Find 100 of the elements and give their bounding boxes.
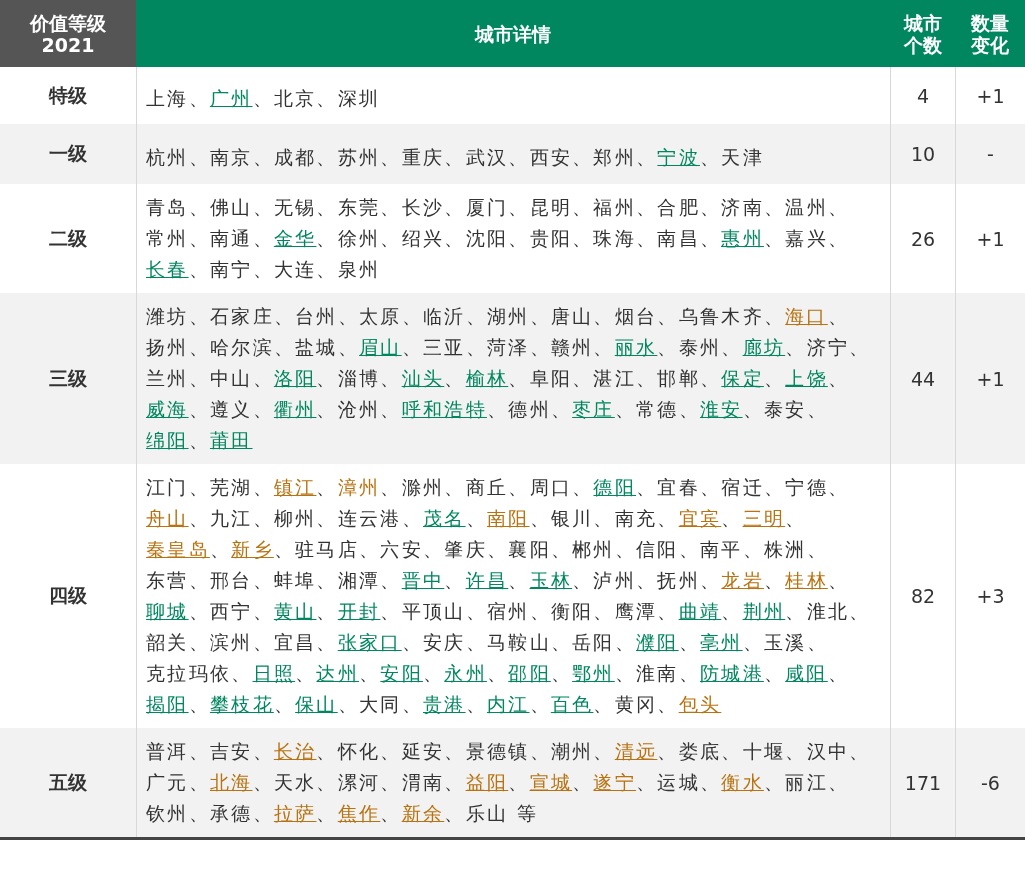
city-link[interactable]: 晋中 (401, 569, 445, 591)
city-link[interactable]: 德阳 (593, 476, 637, 498)
city-name: 贵阳 (529, 227, 573, 249)
city-link[interactable]: 许昌 (465, 569, 509, 591)
city-link[interactable]: 亳州 (699, 631, 743, 653)
separator: 、 (252, 507, 274, 529)
city-link[interactable]: 新余 (401, 802, 445, 824)
city-link[interactable]: 秦皇岛 (146, 538, 210, 560)
city-link[interactable]: 日照 (252, 662, 296, 684)
city-link[interactable]: 保山 (295, 693, 338, 715)
city-link[interactable]: 丽水 (614, 336, 658, 358)
city-name: 九江 (209, 507, 253, 529)
separator: 、 (380, 569, 402, 591)
separator: 、 (742, 631, 764, 653)
city-link[interactable]: 贵港 (423, 693, 466, 715)
city-link[interactable]: 包头 (678, 693, 722, 715)
city-link[interactable]: 廊坊 (742, 336, 786, 358)
city-link[interactable]: 永州 (444, 662, 487, 684)
city-link[interactable]: 玉林 (529, 569, 573, 591)
city-name: 怀化 (337, 740, 381, 762)
city-link[interactable]: 眉山 (359, 336, 402, 358)
city-link[interactable]: 绵阳 (146, 429, 189, 451)
city-link[interactable]: 宣城 (529, 771, 573, 793)
city-name: 泰安 (763, 398, 807, 420)
city-name: 苏州 (337, 145, 381, 168)
city-link[interactable]: 邵阳 (508, 662, 551, 684)
city-link[interactable]: 淮安 (699, 398, 743, 420)
city-name: 邯郸 (657, 367, 700, 389)
city-link[interactable]: 宜宾 (678, 507, 722, 529)
grade-cell-text: 二级 (48, 225, 88, 251)
city-link[interactable]: 拉萨 (273, 802, 317, 824)
city-link[interactable]: 揭阳 (146, 693, 189, 715)
separator: 、 (827, 305, 850, 327)
city-link[interactable]: 益阳 (465, 771, 509, 793)
city-link[interactable]: 金华 (273, 227, 317, 249)
city-link[interactable]: 百色 (550, 693, 594, 715)
city-link[interactable]: 开封 (337, 600, 381, 622)
separator: 、 (252, 367, 274, 389)
city-link[interactable]: 海口 (785, 305, 828, 327)
city-link[interactable]: 三明 (742, 507, 786, 529)
city-link[interactable]: 焦作 (337, 802, 381, 824)
city-link[interactable]: 安阳 (380, 662, 423, 684)
city-link[interactable]: 清远 (614, 740, 658, 762)
city-link[interactable]: 达州 (316, 662, 360, 684)
city-link[interactable]: 呼和浩特 (401, 398, 487, 420)
city-link[interactable]: 镇江 (273, 476, 317, 498)
city-link[interactable]: 威海 (146, 398, 189, 420)
separator: 、 (231, 662, 253, 684)
city-link[interactable]: 荆州 (742, 600, 786, 622)
city-name: 宜昌 (273, 631, 317, 653)
city-name: 阜阳 (529, 367, 573, 389)
city-link[interactable]: 茂名 (423, 507, 466, 529)
city-link[interactable]: 惠州 (721, 227, 764, 249)
city-link[interactable]: 宁波 (657, 145, 700, 168)
separator: 、 (252, 476, 274, 498)
city-name: 连云港 (337, 507, 402, 529)
city-name: 延安 (401, 740, 445, 762)
city-link[interactable]: 榆林 (465, 367, 509, 389)
city-link[interactable]: 枣庄 (572, 398, 615, 420)
separator: 、 (486, 538, 509, 560)
city-link[interactable]: 龙岩 (721, 569, 764, 591)
city-link[interactable]: 攀枝花 (209, 693, 274, 715)
city-link[interactable]: 桂林 (785, 569, 828, 591)
city-link[interactable]: 衢州 (273, 398, 317, 420)
city-link[interactable]: 聊城 (146, 600, 189, 622)
separator: 、 (508, 476, 530, 498)
city-name: 东莞 (337, 196, 381, 218)
city-link[interactable]: 洛阳 (273, 367, 317, 389)
city-name: 重庆 (401, 145, 445, 168)
city-link[interactable]: 咸阳 (785, 662, 828, 684)
separator: 、 (316, 367, 338, 389)
city-link[interactable]: 长治 (273, 740, 317, 762)
separator: 、 (316, 398, 338, 420)
city-link[interactable]: 内江 (486, 693, 530, 715)
city-link[interactable]: 曲靖 (678, 600, 722, 622)
city-link[interactable]: 遂宁 (593, 771, 637, 793)
city-link[interactable]: 衡水 (721, 771, 764, 793)
separator: 、 (465, 693, 487, 715)
city-link[interactable]: 黄山 (273, 600, 317, 622)
city-link[interactable]: 舟山 (146, 507, 189, 529)
city-link[interactable]: 张家口 (337, 631, 402, 653)
city-name: 十堰 (742, 740, 786, 762)
city-link[interactable]: 濮阳 (636, 631, 679, 653)
city-link[interactable]: 北海 (209, 771, 253, 793)
separator: 、 (806, 631, 828, 653)
city-link[interactable]: 南阳 (486, 507, 530, 529)
city-link[interactable]: 广州 (209, 87, 253, 109)
city-link[interactable]: 莆田 (209, 429, 253, 451)
city-link[interactable]: 鄂州 (572, 662, 615, 684)
city-link[interactable]: 新乡 (231, 538, 274, 560)
city-link[interactable]: 上饶 (785, 367, 828, 389)
separator: 、 (657, 305, 679, 327)
city-link[interactable]: 汕头 (401, 367, 445, 389)
separator: 、 (188, 740, 210, 762)
city-link[interactable]: 保定 (721, 367, 764, 389)
city-name: 普洱 (146, 740, 189, 762)
column-header: 价值等级 2021 (0, 0, 136, 67)
separator: 、 (508, 196, 530, 218)
city-link[interactable]: 防城港 (699, 662, 764, 684)
city-link[interactable]: 长春 (146, 258, 189, 280)
